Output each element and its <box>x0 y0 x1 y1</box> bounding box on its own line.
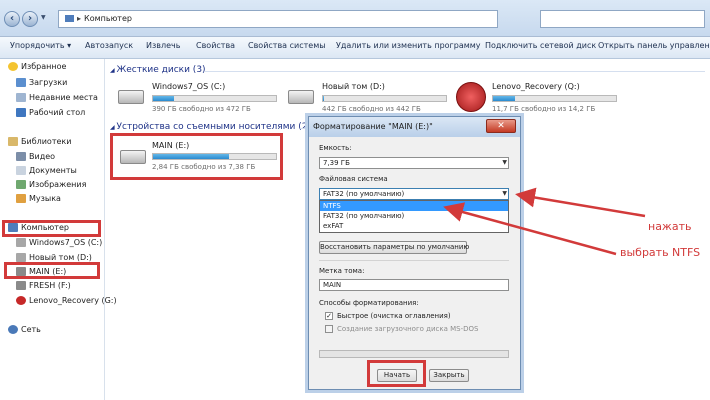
arrow-to-ntfs <box>443 202 617 256</box>
annotation-choose-ntfs: выбрать NTFS <box>620 246 701 259</box>
annotation-press: нажать <box>648 220 692 233</box>
arrow-to-dropdown <box>515 187 646 218</box>
annotation-arrows <box>443 187 646 256</box>
